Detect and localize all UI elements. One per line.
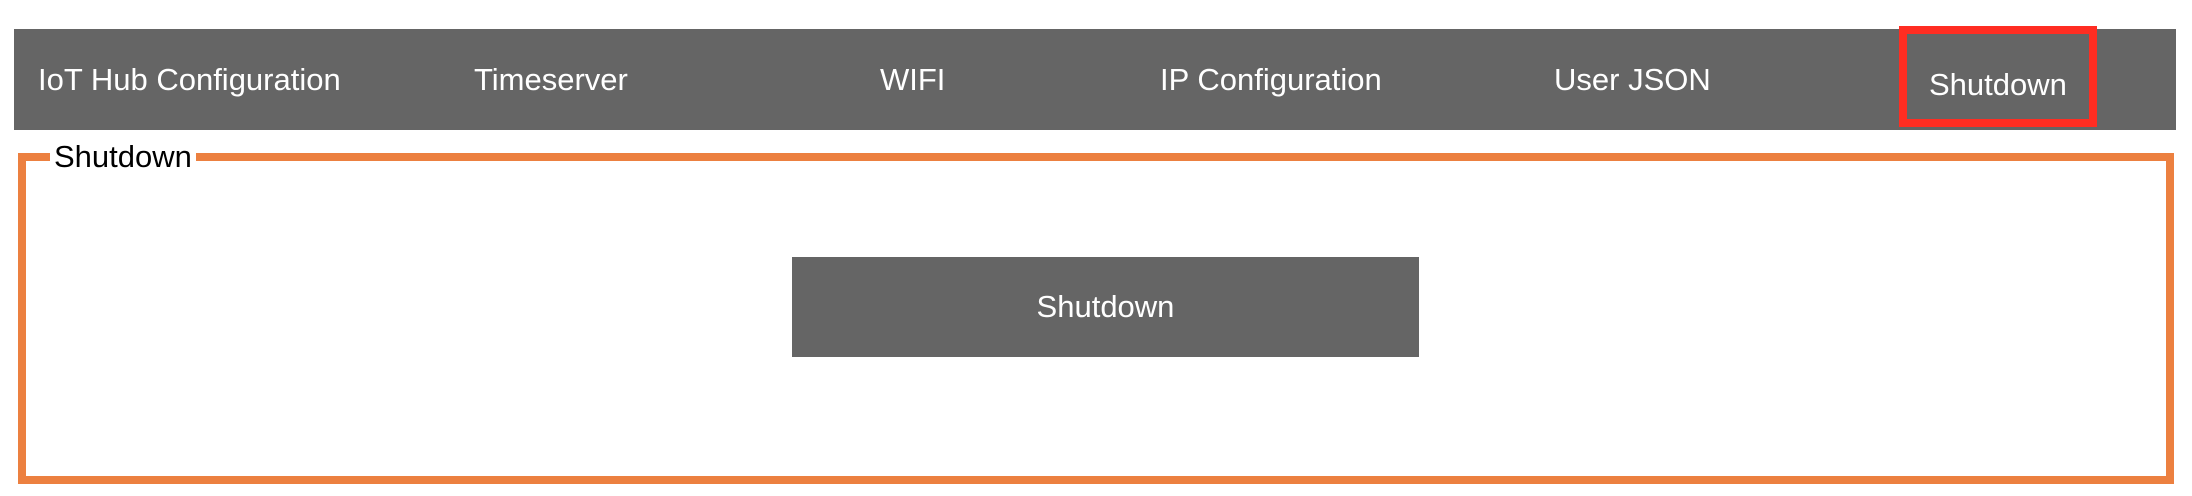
nav-item-shutdown[interactable]: Shutdown bbox=[1899, 26, 2097, 127]
nav-item-iot-hub-configuration[interactable]: IoT Hub Configuration bbox=[38, 29, 341, 130]
page: IoT Hub Configuration Timeserver WIFI IP… bbox=[0, 0, 2192, 496]
fieldset-legend: Shutdown bbox=[50, 139, 196, 175]
nav-item-wifi[interactable]: WIFI bbox=[880, 29, 945, 130]
top-navigation-bar: IoT Hub Configuration Timeserver WIFI IP… bbox=[14, 26, 2176, 130]
nav-item-ip-configuration[interactable]: IP Configuration bbox=[1160, 29, 1382, 130]
nav-item-user-json[interactable]: User JSON bbox=[1554, 29, 1711, 130]
nav-item-timeserver[interactable]: Timeserver bbox=[474, 29, 628, 130]
shutdown-fieldset: Shutdown Shutdown bbox=[18, 139, 2174, 484]
shutdown-button[interactable]: Shutdown bbox=[792, 257, 1419, 357]
